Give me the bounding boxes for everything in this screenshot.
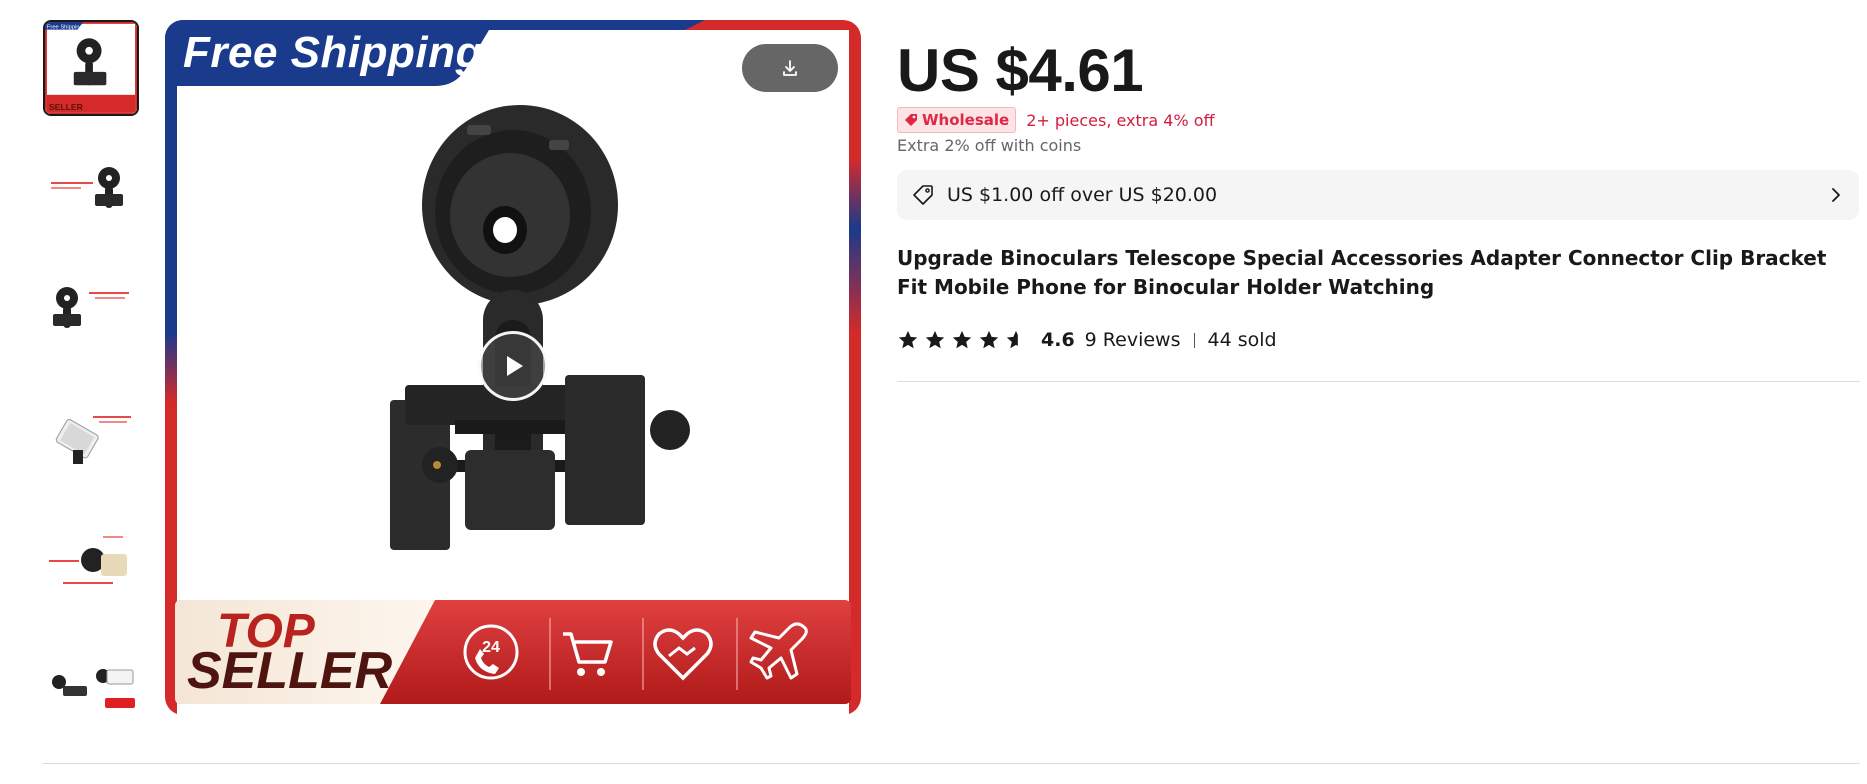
thumbnail-5[interactable] [43, 516, 139, 612]
phone-24-icon: 24 [463, 624, 519, 680]
wholesale-row: Wholesale 2+ pieces, extra 4% off [897, 107, 1215, 133]
main-product-image[interactable]: Free Shipping TOP SELLER 24 [165, 20, 861, 715]
badge-24-text: 24 [482, 639, 500, 656]
coupon-tag-icon [913, 185, 933, 205]
download-icon [783, 60, 797, 76]
top-seller-banner: TOP SELLER 24 [175, 600, 847, 702]
coupon-banner[interactable]: US $1.00 off over US $20.00 [897, 170, 1859, 220]
coins-discount-text: Extra 2% off with coins [897, 136, 1082, 155]
star-rating [897, 329, 1027, 351]
wholesale-discount-text: 2+ pieces, extra 4% off [1026, 110, 1215, 130]
thumbnail-4[interactable] [43, 392, 139, 488]
download-button[interactable] [742, 44, 838, 92]
play-video-button[interactable] [478, 331, 548, 401]
airplane-icon [749, 622, 808, 680]
cart-icon [563, 632, 613, 676]
wholesale-badge: Wholesale [897, 107, 1017, 133]
half-star-icon [1006, 330, 1018, 349]
thumbnail-3[interactable] [43, 268, 139, 364]
rating-row: 4.6 9 Reviews 44 sold [897, 326, 1277, 354]
divider [897, 381, 1860, 382]
thumbnail-1-label: Free Shipping [47, 25, 83, 31]
free-shipping-banner: Free Shipping [183, 28, 483, 77]
svg-text:SELLER: SELLER [49, 102, 84, 112]
separator [1193, 332, 1195, 348]
thumbnail-6[interactable] [43, 640, 139, 736]
wholesale-badge-label: Wholesale [922, 111, 1010, 129]
thumbnail-1[interactable]: Free Shipping SELLER [43, 20, 139, 116]
star-icon [979, 330, 999, 349]
chevron-right-icon [1832, 188, 1840, 202]
star-icon [898, 330, 918, 349]
top-seller-line2: SELLER [187, 642, 393, 700]
reviews-link[interactable]: 9 Reviews [1085, 329, 1181, 351]
star-icon [952, 330, 972, 349]
play-icon [507, 356, 523, 376]
divider [43, 763, 1860, 764]
product-title: Upgrade Binoculars Telescope Special Acc… [897, 246, 1827, 299]
thumbnail-2[interactable] [43, 144, 139, 240]
star-icon [925, 330, 945, 349]
product-price: US $4.61 [897, 37, 1144, 104]
coupon-text: US $1.00 off over US $20.00 [947, 184, 1218, 206]
sold-count: 44 sold [1207, 329, 1277, 351]
handshake-heart-icon [653, 628, 713, 681]
tag-icon [905, 114, 917, 126]
rating-score: 4.6 [1041, 329, 1075, 351]
